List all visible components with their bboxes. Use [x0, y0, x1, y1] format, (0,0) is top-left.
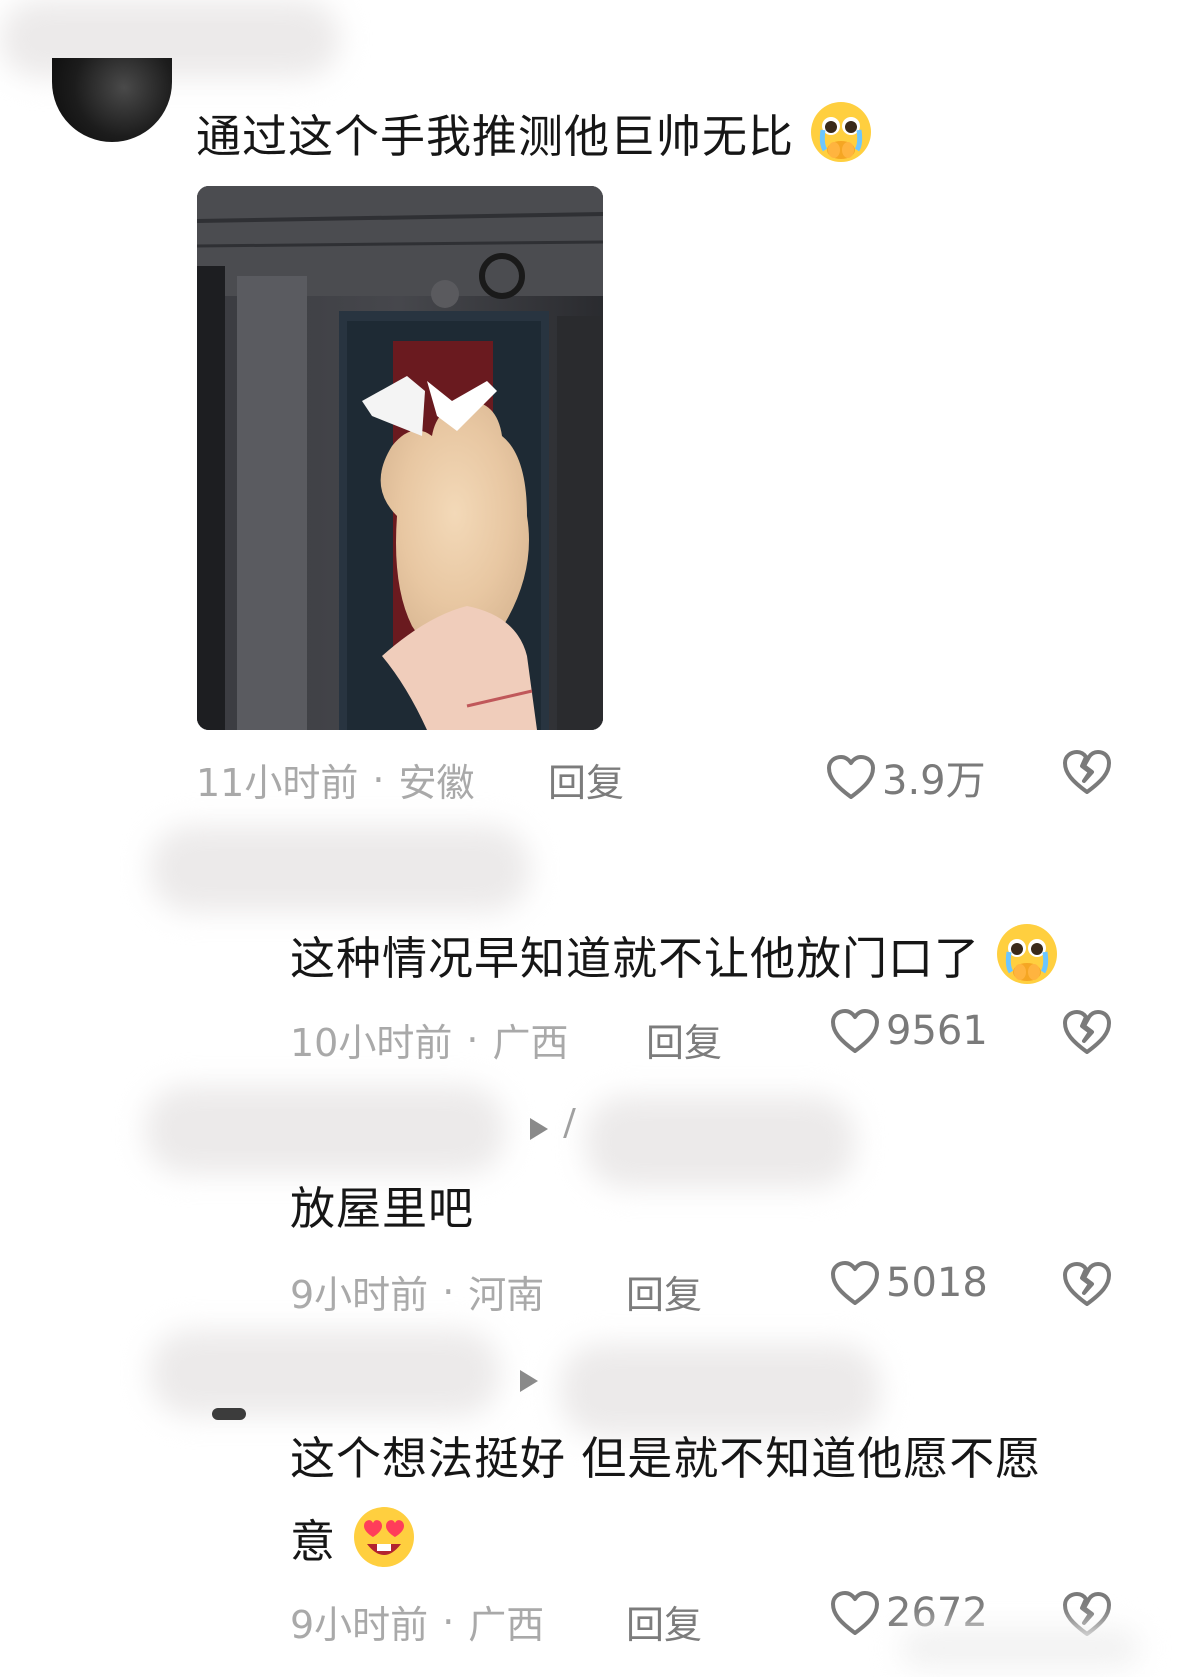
blurred-username — [145, 1086, 505, 1174]
crying-face-icon — [809, 100, 873, 180]
reply-button[interactable]: 回复 — [548, 752, 624, 807]
comment-location: 广西 — [468, 1603, 545, 1647]
crying-face-icon — [995, 922, 1059, 1002]
comment-text: 这种情况早知道就不让他放门口了 — [290, 922, 1059, 1002]
comment-meta: 9小时前 · 河南 — [290, 1264, 544, 1319]
meta-separator: · — [442, 1269, 455, 1314]
reply-button[interactable]: 回复 — [626, 1264, 702, 1319]
comment-time: 10小时前 — [290, 1021, 453, 1065]
meta-separator: · — [372, 757, 385, 802]
comment-text-line: 意 — [290, 1504, 417, 1586]
heart-icon — [831, 1261, 879, 1305]
reply-slash — [563, 1108, 576, 1138]
comment-meta: 11小时前 · 安徽 — [196, 752, 474, 807]
reply-button[interactable]: 回复 — [646, 1012, 722, 1067]
like-count: 9561 — [886, 1008, 988, 1054]
watermark-blur — [900, 1628, 1140, 1668]
comment-text: 通过这个手我推测他巨帅无比 — [196, 100, 873, 180]
comment-location: 安徽 — [398, 761, 475, 805]
reply-button[interactable]: 回复 — [626, 1594, 702, 1649]
comment-location: 广西 — [492, 1021, 569, 1065]
broken-heart-icon — [1063, 1010, 1111, 1054]
avatar[interactable] — [52, 58, 172, 142]
broken-heart-icon — [1063, 1262, 1111, 1306]
comment-text: 放屋里吧 — [290, 1182, 475, 1235]
dislike-button[interactable] — [1062, 1008, 1112, 1060]
broken-heart-icon — [1063, 750, 1111, 794]
blurred-username — [150, 826, 530, 912]
reply-arrow-icon — [530, 1118, 548, 1140]
blurred-username — [150, 1330, 500, 1416]
dislike-button[interactable] — [1062, 1260, 1112, 1312]
like-count: 5018 — [886, 1260, 988, 1306]
comment-meta: 9小时前 · 广西 — [290, 1594, 544, 1649]
blurred-reply-target — [560, 1344, 880, 1436]
dislike-button[interactable] — [1062, 748, 1112, 800]
heart-icon — [831, 1009, 879, 1053]
comment-text-line: 这个想法挺好 但是就不知道他愿不愿 — [290, 1432, 1042, 1485]
heart-icon — [827, 755, 875, 799]
meta-separator: · — [466, 1017, 479, 1062]
like-button[interactable]: 5018 — [830, 1260, 988, 1306]
blurred-reply-target — [585, 1096, 855, 1188]
comment-time: 9小时前 — [290, 1273, 429, 1317]
like-button[interactable]: 9561 — [830, 1008, 988, 1054]
heart-icon — [831, 1591, 879, 1635]
avatar-fragment — [212, 1408, 246, 1420]
comment-time: 11小时前 — [196, 761, 359, 805]
comment-location: 河南 — [468, 1273, 545, 1317]
like-button[interactable]: 3.9万 — [826, 748, 986, 806]
heart-eyes-icon — [351, 1504, 417, 1586]
comment-time: 9小时前 — [290, 1603, 429, 1647]
comment-photo[interactable] — [197, 186, 603, 730]
like-count: 3.9万 — [882, 758, 986, 804]
comment-meta: 10小时前 · 广西 — [290, 1012, 568, 1067]
reply-arrow-icon — [520, 1370, 538, 1392]
meta-separator: · — [442, 1599, 455, 1644]
